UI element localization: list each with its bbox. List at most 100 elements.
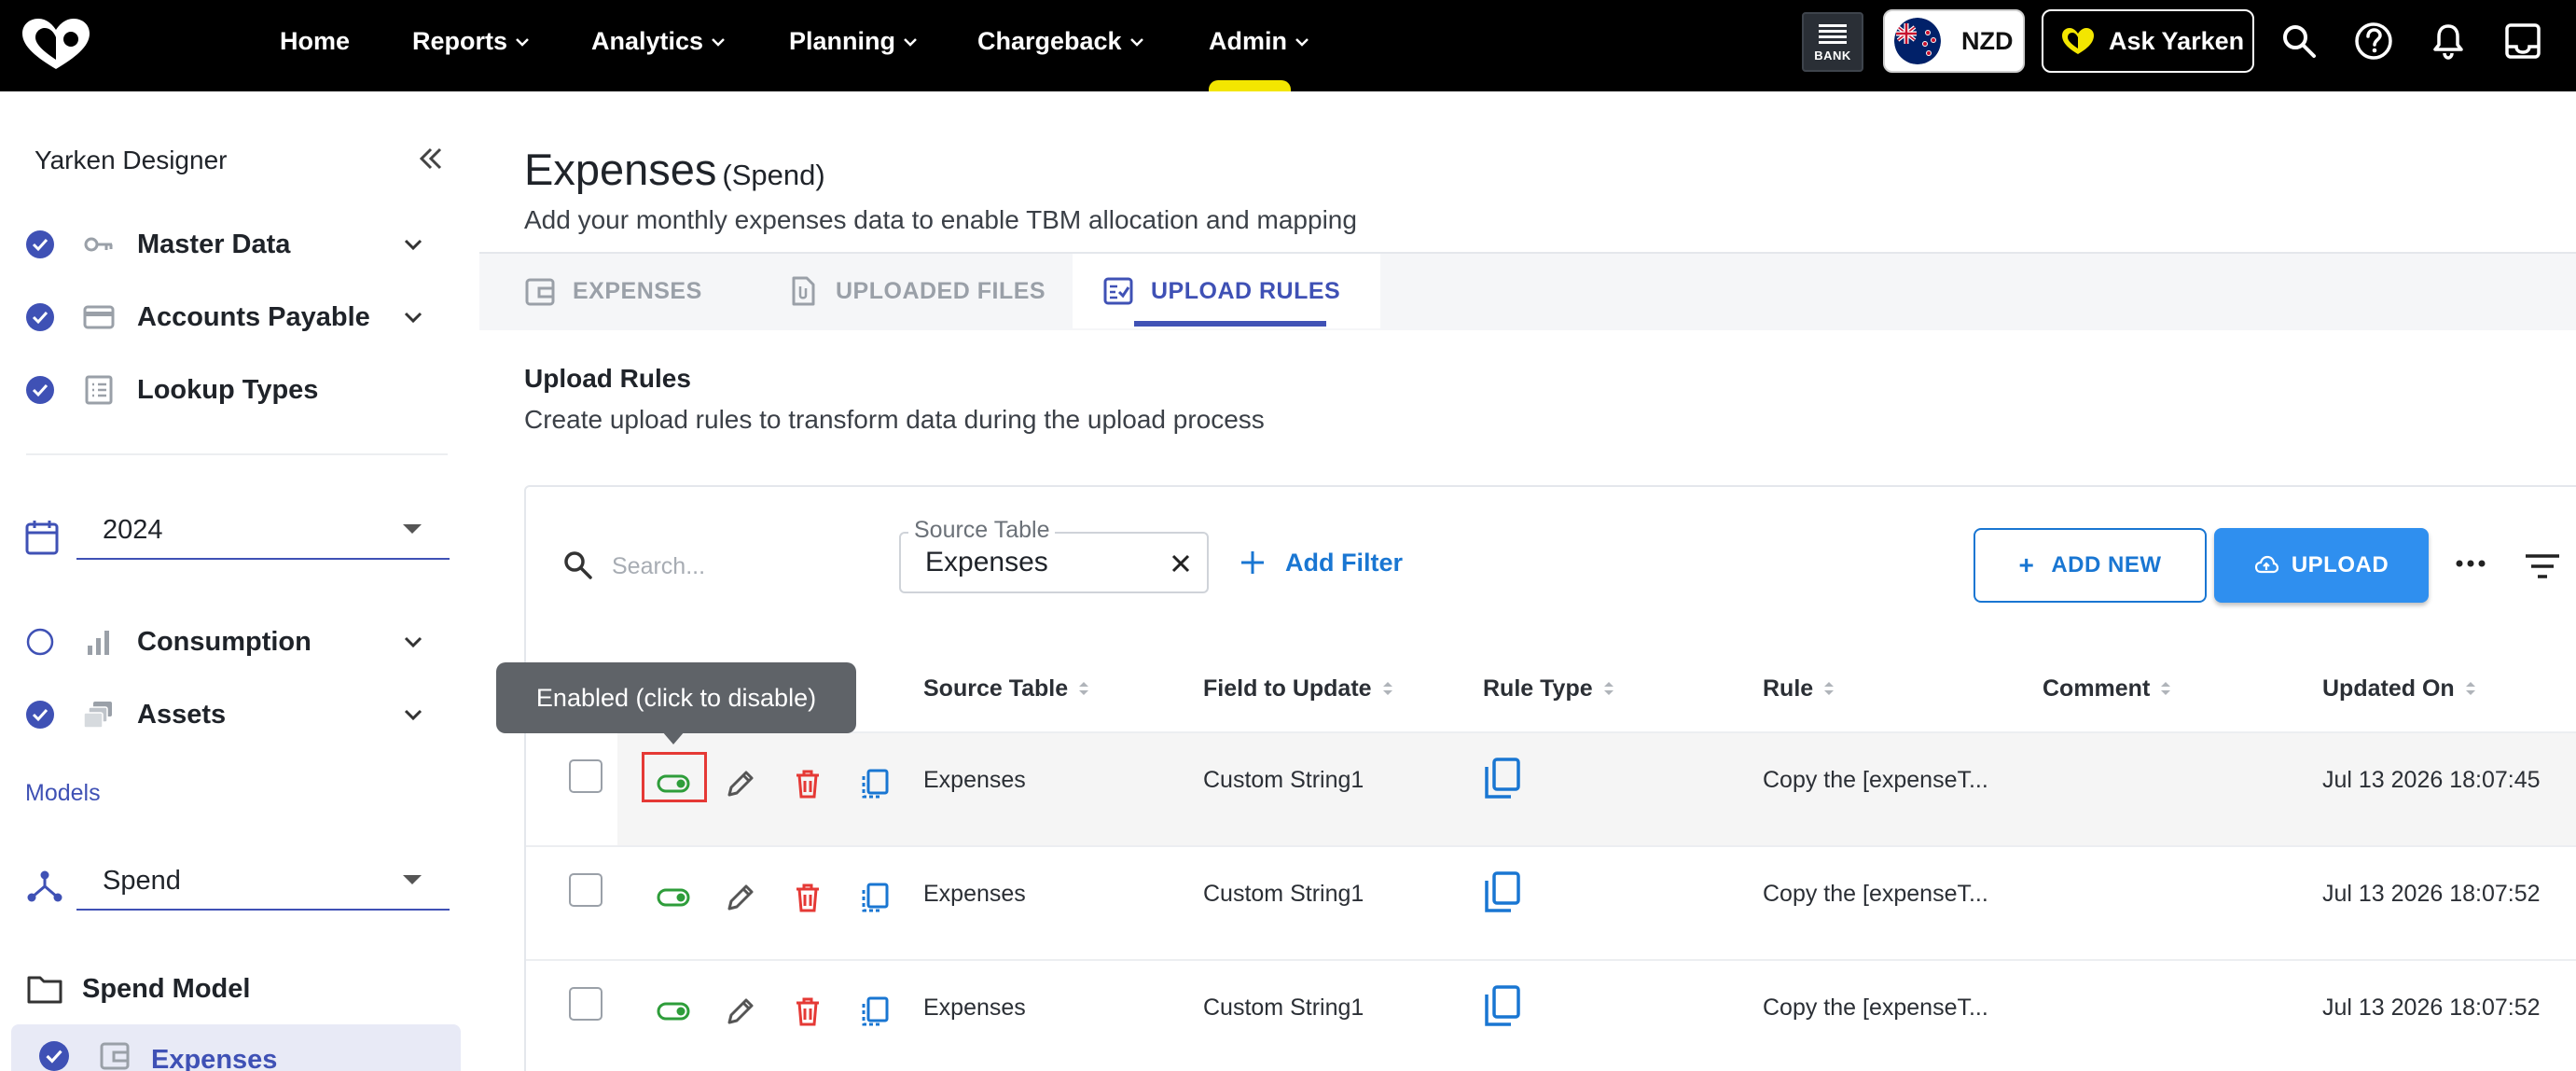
column-header-comment[interactable]: Comment [2043, 670, 2172, 707]
column-header-rule-type[interactable]: Rule Type [1483, 670, 1615, 707]
tab-label: EXPENSES [573, 277, 702, 304]
help-icon[interactable] [2353, 21, 2394, 62]
sidebar-item-lookup-types[interactable]: Lookup Types [0, 360, 479, 420]
sidebar-item-label: Expenses [151, 1045, 278, 1071]
cell-updated-on: Jul 13 2026 18:07:52 [2322, 994, 2541, 1021]
sidebar-item-spend-model[interactable]: Spend Model [0, 959, 479, 1019]
search-input[interactable] [612, 541, 854, 591]
cell-rule: Copy the [expenseT... [1763, 994, 1988, 1021]
sort-icon [2161, 682, 2171, 695]
active-tab-indicator [1134, 321, 1326, 327]
inbox-icon[interactable] [2502, 21, 2543, 62]
row-checkbox[interactable] [569, 987, 602, 1021]
sidebar-item-expenses[interactable]: Expenses [11, 1024, 461, 1071]
table-row: Expenses Custom String1 Copy the [expens… [526, 845, 2576, 959]
page-title: Expenses (Spend) [524, 144, 825, 195]
add-filter-button[interactable]: Add Filter [1239, 539, 1403, 586]
nav-chargeback[interactable]: Chargeback [977, 0, 1144, 82]
tab-upload-rules[interactable]: UPLOAD RULES [1073, 254, 1380, 328]
cell-field-to-update: Custom String1 [1203, 994, 1364, 1021]
tab-uploaded-files[interactable]: UPLOADED FILES [787, 254, 1046, 328]
copy-duplicate-icon[interactable] [858, 994, 892, 1028]
toggle-on-icon[interactable] [657, 994, 690, 1028]
chevron-down-icon[interactable] [403, 238, 423, 251]
bank-label: BANK [1814, 48, 1851, 63]
column-header-source-table[interactable]: Source Table [923, 670, 1090, 707]
edit-pencil-icon[interactable] [724, 881, 757, 914]
nav-planning[interactable]: Planning [789, 0, 918, 82]
collapse-sidebar-icon[interactable] [416, 144, 446, 174]
toggle-on-icon[interactable] [657, 881, 690, 914]
column-header-rule[interactable]: Rule [1763, 670, 1835, 707]
toggle-on-icon[interactable] [657, 767, 690, 800]
chevron-down-icon[interactable] [403, 635, 423, 648]
column-header-label: Field to Update [1203, 675, 1372, 702]
bank-switcher[interactable]: BANK [1802, 12, 1863, 72]
sidebar-item-label: Master Data [137, 229, 291, 259]
bar-chart-icon [88, 631, 109, 655]
cell-rule: Copy the [expenseT... [1763, 881, 1988, 907]
close-icon[interactable] [1170, 552, 1192, 575]
model-select-value: Spend [103, 866, 181, 896]
more-horizontal-icon[interactable] [2455, 552, 2486, 575]
nav-analytics[interactable]: Analytics [591, 0, 726, 82]
row-checkbox[interactable] [569, 873, 602, 907]
column-header-updated-on[interactable]: Updated On [2322, 670, 2477, 707]
page-description: Add your monthly expenses data to enable… [524, 205, 1357, 234]
sidebar-item-accounts-payable[interactable]: Accounts Payable [0, 287, 479, 347]
model-select[interactable]: Spend [76, 858, 450, 911]
sidebar: Yarken Designer Master Data Accounts Pay… [0, 91, 479, 1071]
delete-trash-icon[interactable] [791, 767, 824, 800]
currency-selector[interactable]: NZD [1883, 9, 2025, 73]
section-description: Create upload rules to transform data du… [524, 405, 1265, 434]
year-select[interactable]: 2024 [76, 508, 450, 560]
nav-home[interactable]: Home [280, 0, 350, 82]
delete-trash-icon[interactable] [791, 994, 824, 1028]
search-icon[interactable] [2278, 21, 2320, 62]
nav-reports[interactable]: Reports [412, 0, 530, 82]
sidebar-item-consumption[interactable]: Consumption [0, 612, 479, 672]
cell-updated-on: Jul 13 2026 18:07:52 [2322, 881, 2541, 907]
upload-button[interactable]: UPLOAD [2214, 528, 2429, 603]
source-table-filter[interactable]: Source Table Expenses [899, 517, 1209, 593]
edit-pencil-icon[interactable] [724, 994, 757, 1028]
nav-admin[interactable]: Admin [1209, 0, 1309, 82]
notification-bell-icon[interactable] [2428, 21, 2469, 62]
column-header-label: Rule [1763, 675, 1814, 702]
copy-duplicate-icon[interactable] [858, 881, 892, 914]
row-checkbox[interactable] [569, 759, 602, 793]
check-circle-icon [26, 230, 54, 258]
chevron-down-icon [1295, 38, 1309, 47]
tooltip-arrow [662, 731, 685, 744]
sidebar-item-master-data[interactable]: Master Data [0, 215, 479, 274]
bank-icon [1819, 23, 1847, 44]
cell-source-table: Expenses [923, 767, 1026, 793]
sidebar-item-label: Accounts Payable [137, 301, 370, 332]
copy-rule-type-icon [1485, 985, 1520, 1026]
cell-rule: Copy the [expenseT... [1763, 767, 1988, 793]
chevron-down-icon[interactable] [403, 311, 423, 324]
models-section-label: Models [25, 780, 101, 806]
empty-circle-icon [26, 628, 54, 656]
calendar-icon [25, 521, 59, 555]
yarken-logo-icon[interactable] [19, 15, 93, 75]
add-new-button[interactable]: + ADD NEW [1974, 528, 2207, 603]
filter-list-icon[interactable] [2524, 552, 2561, 580]
ask-yarken-button[interactable]: Ask Yarken [2042, 9, 2254, 73]
check-circle-icon [26, 701, 54, 729]
sort-icon [2465, 682, 2475, 695]
column-header-field-to-update[interactable]: Field to Update [1203, 670, 1394, 707]
sidebar-divider [26, 453, 448, 455]
copy-duplicate-icon[interactable] [858, 767, 892, 800]
edit-pencil-icon[interactable] [724, 767, 757, 800]
delete-trash-icon[interactable] [791, 881, 824, 914]
check-circle-icon [26, 376, 54, 404]
tab-expenses[interactable]: EXPENSES [524, 254, 702, 328]
chevron-down-icon [904, 38, 917, 47]
ask-yarken-label: Ask Yarken [2109, 26, 2245, 55]
sort-icon [1079, 682, 1089, 695]
attachment-file-icon [792, 276, 815, 306]
yarken-heart-icon [2062, 28, 2094, 54]
chevron-down-icon[interactable] [403, 708, 423, 721]
sidebar-item-assets[interactable]: Assets [0, 685, 479, 744]
